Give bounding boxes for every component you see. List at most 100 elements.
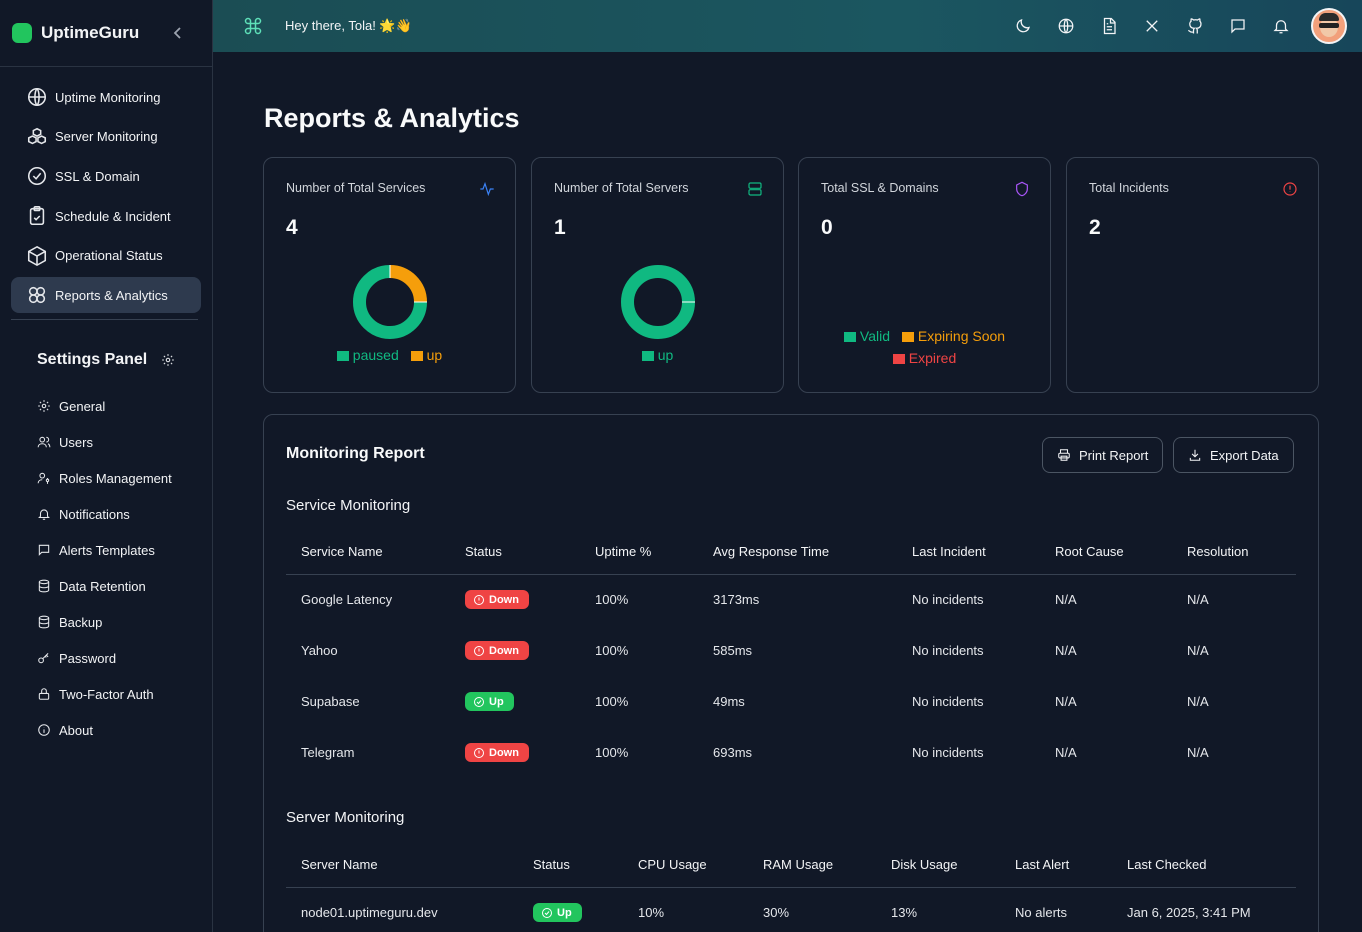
status-badge: Up — [465, 692, 514, 711]
root-cause: N/A — [1055, 745, 1077, 760]
column-header: Root Cause — [1040, 530, 1172, 575]
column-header: Uptime % — [580, 530, 698, 575]
card-total-ssl-domains: Total SSL & Domains 0 Valid Expiring Soo… — [798, 157, 1051, 393]
topbar: Hey there, Tola! 🌟👋 — [213, 0, 1362, 52]
avatar[interactable] — [1311, 8, 1347, 44]
logo-icon — [12, 23, 32, 43]
export-data-button[interactable]: Export Data — [1173, 437, 1294, 473]
download-icon — [1189, 449, 1201, 461]
bell-icon — [1272, 20, 1289, 34]
language-button[interactable] — [1044, 0, 1087, 52]
settings-item-data-retention[interactable]: Data Retention — [0, 568, 212, 604]
resolution: N/A — [1187, 643, 1209, 658]
settings-item-label: Backup — [59, 614, 103, 630]
table-header-row: Server Name Status CPU Usage RAM Usage D… — [286, 843, 1296, 888]
last-incident: No incidents — [912, 694, 984, 709]
resolution: N/A — [1187, 745, 1209, 760]
gear-icon — [162, 354, 175, 367]
settings-item-backup[interactable]: Backup — [0, 604, 212, 640]
alert-circle-icon — [474, 747, 484, 758]
alert-circle-icon — [474, 645, 484, 656]
key-icon — [38, 653, 49, 664]
uptime: 100% — [595, 643, 629, 658]
settings-item-label: Password — [59, 650, 117, 666]
avg-response: 3173ms — [713, 592, 760, 608]
avg-response: 49ms — [713, 694, 745, 709]
avg-response: 693ms — [713, 745, 753, 760]
settings-item-users[interactable]: Users — [0, 424, 212, 460]
notifications-button[interactable] — [1259, 0, 1302, 52]
chart-legend: paused up — [264, 347, 515, 363]
server-monitoring-title: Server Monitoring — [286, 809, 405, 826]
table-row: Telegram Down 100% 693ms No incidents N/… — [286, 727, 1296, 778]
brand: UptimeGuru — [0, 0, 212, 67]
settings-item-notifications[interactable]: Notifications — [0, 496, 212, 532]
nav-item-label: Schedule & Incident — [55, 208, 171, 224]
settings-item-about[interactable]: About — [0, 712, 212, 748]
status-cell: Down — [450, 574, 580, 625]
badge-check-icon — [27, 167, 47, 186]
settings-item-label: General — [59, 398, 106, 414]
github-button[interactable] — [1173, 0, 1216, 52]
card-total-servers: Number of Total Servers 1 up — [531, 157, 784, 393]
donut-slice-up — [389, 265, 427, 303]
info-icon — [38, 724, 50, 737]
settings-item-label: Alerts Templates — [59, 542, 155, 558]
nav-item-reports-analytics[interactable]: Reports & Analytics — [11, 277, 201, 314]
theme-toggle-button[interactable] — [1001, 0, 1044, 52]
server-icon — [748, 182, 762, 196]
avatar-hair — [1319, 13, 1339, 21]
legend-swatch — [892, 354, 905, 364]
settings-item-password[interactable]: Password — [0, 640, 212, 676]
legend-label: up — [657, 347, 674, 363]
service-name: Telegram — [301, 745, 355, 760]
legend-label: Expired — [908, 350, 957, 366]
settings-item-general[interactable]: General — [0, 388, 212, 424]
settings-item-label: Data Retention — [59, 578, 146, 594]
status-cell: Up — [450, 676, 580, 727]
message-square-icon — [1230, 19, 1245, 34]
column-header: Resolution — [1172, 530, 1296, 575]
sidebar: UptimeGuru Uptime Monitoring Server Moni… — [0, 0, 213, 932]
donut-slice-up — [621, 265, 695, 339]
table-row: Supabase Up 100% 49ms No incidents N/A N… — [286, 676, 1296, 727]
collapse-sidebar-button[interactable] — [170, 24, 186, 42]
page-title: Reports & Analytics — [264, 103, 520, 133]
export-data-label: Export Data — [1210, 447, 1279, 463]
report-title: Monitoring Report — [286, 445, 425, 462]
print-report-button[interactable]: Print Report — [1042, 437, 1164, 473]
legend-item-up: up — [641, 347, 674, 363]
feedback-button[interactable] — [1216, 0, 1259, 52]
settings-item-roles[interactable]: Roles Management — [0, 460, 212, 496]
status-badge: Down — [465, 641, 529, 660]
column-header: Server Name — [286, 843, 518, 888]
legend-label: Expiring Soon — [917, 328, 1006, 344]
legend-label: paused — [352, 347, 399, 363]
settings-item-alerts-templates[interactable]: Alerts Templates — [0, 532, 212, 568]
docs-button[interactable] — [1087, 0, 1130, 52]
chevron-left-icon — [173, 27, 181, 39]
uptime: 100% — [595, 745, 629, 760]
nav-item-label: Reports & Analytics — [55, 287, 168, 303]
last-incident: No incidents — [912, 745, 984, 760]
legend-swatch — [336, 351, 349, 361]
command-icon[interactable] — [243, 16, 263, 36]
last-incident: No incidents — [912, 643, 984, 658]
nav-item-operational-status[interactable]: Operational Status — [11, 238, 201, 274]
x-social-button[interactable] — [1130, 0, 1173, 52]
printer-icon — [1058, 449, 1070, 461]
check-circle-icon — [474, 696, 484, 707]
status-label: Down — [489, 644, 519, 657]
nav-item-server-monitoring[interactable]: Server Monitoring — [11, 119, 201, 155]
column-header: Status — [518, 843, 623, 888]
nav-item-ssl-domain[interactable]: SSL & Domain — [11, 158, 201, 194]
nav-item-uptime-monitoring[interactable]: Uptime Monitoring — [11, 79, 201, 115]
boxes-icon — [27, 127, 47, 144]
card-label: Total SSL & Domains — [821, 181, 939, 195]
legend-item-up: up — [410, 347, 442, 363]
root-cause: N/A — [1055, 592, 1077, 608]
uptime: 100% — [595, 694, 629, 709]
settings-item-two-factor[interactable]: Two-Factor Auth — [0, 676, 212, 712]
nav-item-schedule-incident[interactable]: Schedule & Incident — [11, 198, 201, 234]
card-label: Total Incidents — [1089, 181, 1169, 195]
